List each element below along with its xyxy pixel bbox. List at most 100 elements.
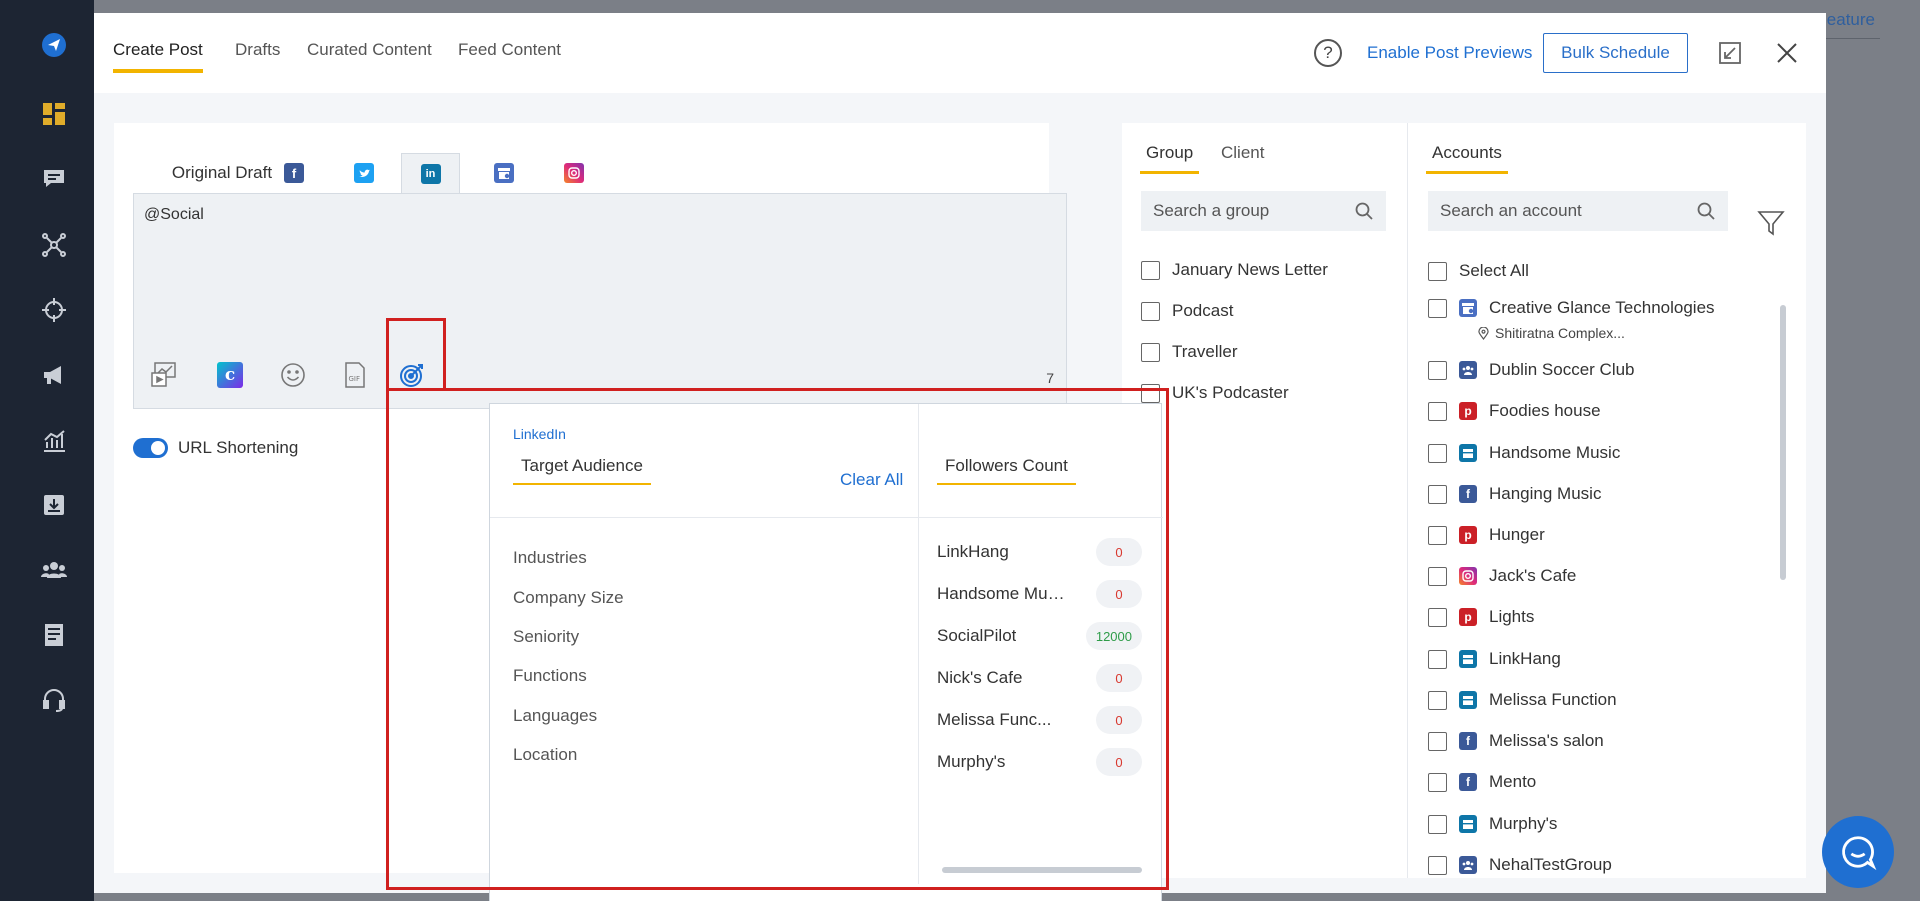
account-item[interactable]: NehalTestGroup <box>1428 855 1612 875</box>
background-link: eature <box>1826 10 1875 29</box>
crosshair-icon[interactable] <box>37 293 71 327</box>
linkedin-page-icon <box>1459 650 1477 668</box>
checkbox[interactable] <box>1428 772 1447 792</box>
checkbox[interactable] <box>1428 607 1447 627</box>
account-name: Jack's Cafe <box>1489 566 1577 585</box>
chat-icon[interactable] <box>37 162 71 196</box>
tab-group[interactable]: Group <box>1140 143 1200 174</box>
filter-icon[interactable] <box>1756 208 1786 238</box>
search-icon <box>1697 202 1715 220</box>
tab-client[interactable]: Client <box>1215 143 1270 171</box>
search-icon <box>1355 202 1373 220</box>
checkbox[interactable] <box>1428 484 1447 504</box>
account-list: Creative Glance Technologies Shitiratna … <box>1408 273 1807 878</box>
account-name: Lights <box>1489 607 1535 626</box>
analytics-icon[interactable] <box>37 424 71 458</box>
account-name: Murphy's <box>1489 814 1558 833</box>
tab-twitter[interactable] <box>339 153 389 193</box>
checkbox[interactable] <box>1428 401 1447 421</box>
checkbox[interactable] <box>1428 443 1447 463</box>
help-icon[interactable]: ? <box>1314 39 1342 67</box>
account-item[interactable]: Handsome Music <box>1428 443 1620 463</box>
account-name: NehalTestGroup <box>1489 855 1612 874</box>
checkbox[interactable] <box>1428 731 1447 751</box>
gif-icon[interactable]: GIF <box>339 359 371 391</box>
checkbox[interactable] <box>1428 525 1447 545</box>
account-name: Hanging Music <box>1489 484 1602 503</box>
network-icon[interactable] <box>37 228 71 262</box>
group-item-label: Podcast <box>1172 301 1234 320</box>
account-item[interactable]: f Mento <box>1428 772 1536 792</box>
tab-feed-content[interactable]: Feed Content <box>458 40 561 73</box>
linkedin-page-icon <box>1459 691 1477 709</box>
account-item[interactable]: Murphy's <box>1428 814 1557 834</box>
accounts-scrollbar[interactable] <box>1780 305 1786 580</box>
canva-icon[interactable]: c <box>214 359 246 391</box>
enable-post-previews-link[interactable]: Enable Post Previews <box>1367 43 1532 63</box>
logo-plane-icon[interactable] <box>37 28 71 62</box>
checkbox[interactable] <box>1428 814 1447 834</box>
headset-icon[interactable] <box>37 683 71 717</box>
checkbox[interactable] <box>1428 360 1447 380</box>
pinterest-icon: p <box>1459 608 1477 626</box>
group-search-input[interactable]: Search a group <box>1141 191 1386 231</box>
dashboard-icon[interactable] <box>37 97 71 131</box>
account-item[interactable]: Jack's Cafe <box>1428 566 1576 586</box>
checkbox[interactable] <box>1141 342 1160 362</box>
minimize-icon[interactable] <box>1718 41 1742 65</box>
account-item[interactable]: p Lights <box>1428 607 1534 627</box>
account-item[interactable]: LinkHang <box>1428 649 1561 669</box>
team-icon[interactable] <box>37 553 71 587</box>
emoji-icon[interactable] <box>277 359 309 391</box>
account-item[interactable]: p Foodies house <box>1428 401 1601 421</box>
account-item[interactable]: p Hunger <box>1428 525 1545 545</box>
account-name: Melissa Function <box>1489 690 1617 709</box>
support-chat-button[interactable] <box>1822 816 1894 888</box>
url-shortening-toggle[interactable] <box>133 438 168 458</box>
facebook-icon: f <box>284 163 304 183</box>
checkbox[interactable] <box>1428 649 1447 669</box>
account-location: Shitiratna Complex... <box>1478 325 1625 341</box>
account-search-input[interactable]: Search an account <box>1428 191 1728 231</box>
post-text-area[interactable]: @Social c GIF 7 <box>133 193 1067 409</box>
linkedin-page-icon <box>1459 444 1477 462</box>
checkbox[interactable] <box>1428 298 1447 318</box>
account-name: Foodies house <box>1489 401 1601 420</box>
tab-linkedin[interactable]: in <box>401 153 460 193</box>
group-item[interactable]: Traveller <box>1141 342 1238 362</box>
post-text[interactable]: @Social <box>144 206 204 224</box>
pinterest-icon: p <box>1459 526 1477 544</box>
tab-create-post[interactable]: Create Post <box>113 40 203 73</box>
account-name: Hunger <box>1489 525 1545 544</box>
account-item[interactable]: Creative Glance Technologies <box>1428 298 1715 318</box>
account-item[interactable]: Melissa Function <box>1428 690 1617 710</box>
document-icon[interactable] <box>37 618 71 652</box>
account-item[interactable]: f Melissa's salon <box>1428 731 1604 751</box>
media-upload-icon[interactable] <box>148 359 180 391</box>
tab-accounts[interactable]: Accounts <box>1426 143 1508 174</box>
account-item[interactable]: Dublin Soccer Club <box>1428 360 1635 380</box>
checkbox[interactable] <box>1141 301 1160 321</box>
location-pin-icon <box>1478 326 1489 340</box>
account-item[interactable]: f Hanging Music <box>1428 484 1601 504</box>
tab-curated-content[interactable]: Curated Content <box>307 40 432 73</box>
tab-instagram[interactable] <box>549 153 599 193</box>
checkbox[interactable] <box>1428 566 1447 586</box>
download-icon[interactable] <box>37 488 71 522</box>
tab-facebook[interactable]: f <box>269 153 319 193</box>
checkbox[interactable] <box>1428 690 1447 710</box>
megaphone-icon[interactable] <box>37 358 71 392</box>
facebook-group-icon <box>1459 361 1477 379</box>
chat-bubble-icon <box>1842 836 1877 871</box>
modal-header: Create Post Drafts Curated Content Feed … <box>94 13 1826 93</box>
pinterest-icon: p <box>1459 402 1477 420</box>
checkbox[interactable] <box>1428 855 1447 875</box>
group-item-label: Traveller <box>1172 342 1238 361</box>
group-item[interactable]: Podcast <box>1141 301 1233 321</box>
close-icon[interactable] <box>1775 41 1799 65</box>
group-item[interactable]: January News Letter <box>1141 260 1328 280</box>
bulk-schedule-button[interactable]: Bulk Schedule <box>1543 33 1688 73</box>
tab-google-business[interactable] <box>479 153 529 193</box>
tab-drafts[interactable]: Drafts <box>235 40 280 73</box>
checkbox[interactable] <box>1141 260 1160 280</box>
